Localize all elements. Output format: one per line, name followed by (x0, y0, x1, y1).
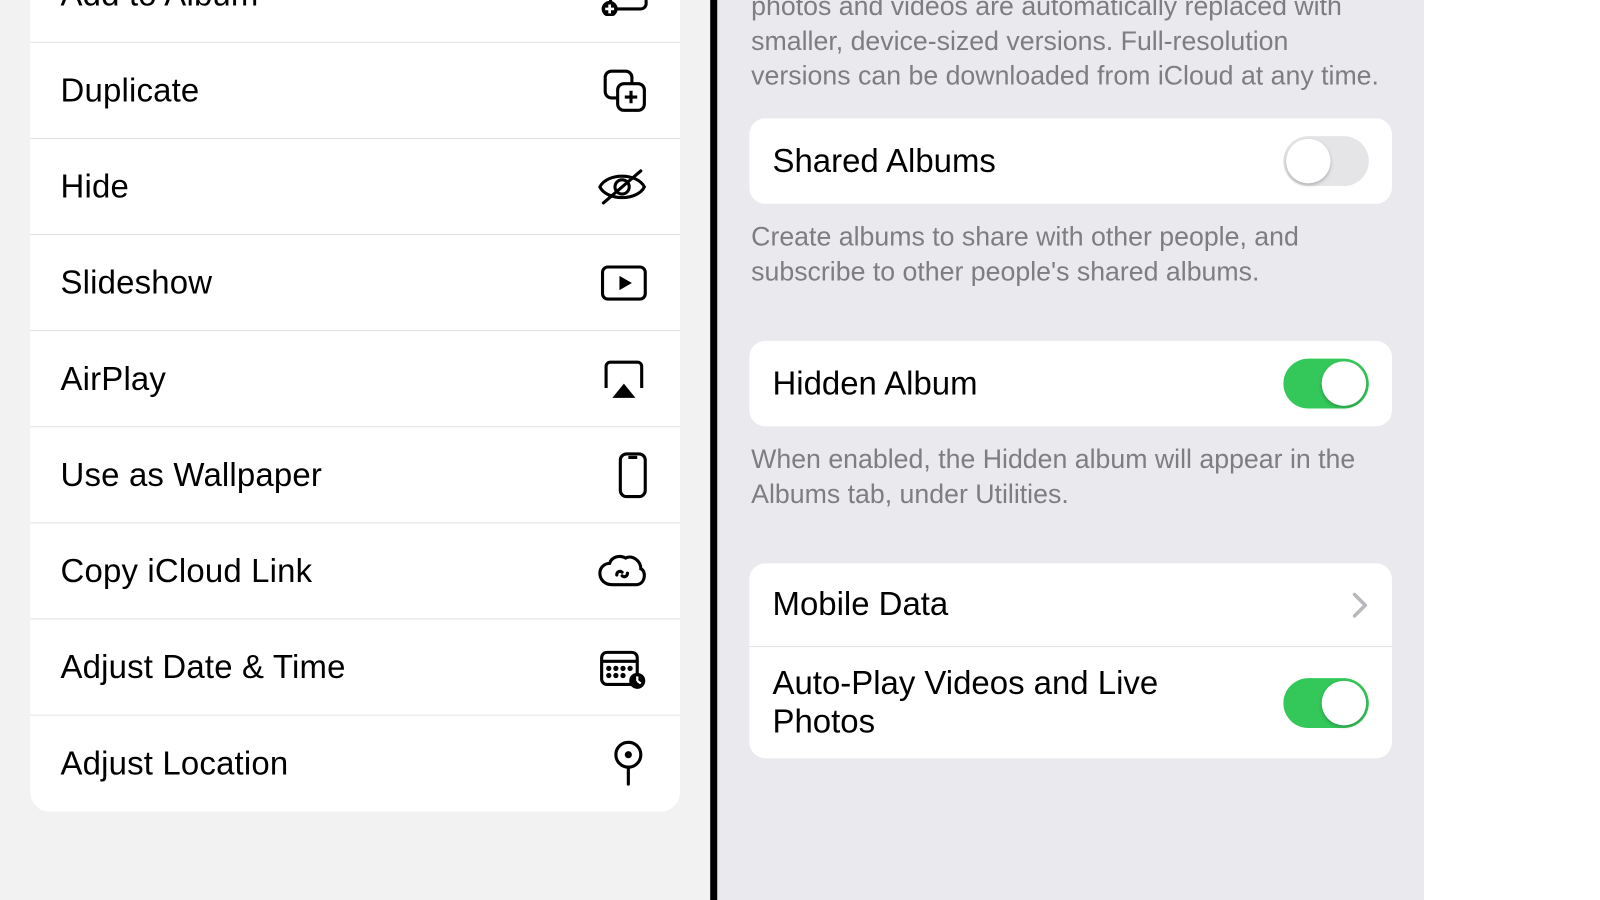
menu-label: Use as Wallpaper (61, 456, 323, 493)
menu-item-wallpaper[interactable]: Use as Wallpaper (30, 427, 680, 523)
media-group: Mobile Data Auto-Play Videos and Live Ph… (749, 563, 1392, 758)
menu-label: Slideshow (61, 264, 213, 301)
menu-label: Adjust Location (61, 745, 289, 782)
mobile-data-row[interactable]: Mobile Data (749, 563, 1392, 647)
menu-item-adjust-date-time[interactable]: Adjust Date & Time (30, 619, 680, 715)
menu-item-adjust-location[interactable]: Adjust Location (30, 716, 680, 812)
calendar-clock-icon (598, 645, 648, 690)
optimize-storage-description: photos and videos are automatically repl… (749, 0, 1392, 118)
menu-label: Hide (61, 168, 129, 205)
autoplay-toggle[interactable] (1283, 678, 1368, 728)
autoplay-row[interactable]: Auto-Play Videos and Live Photos (749, 647, 1392, 758)
pin-circle-icon (609, 740, 648, 788)
shared-albums-group: Shared Albums (749, 118, 1392, 203)
play-rect-icon (600, 264, 648, 301)
shared-albums-toggle[interactable] (1283, 136, 1368, 186)
action-menu-card: Add to Album Duplicate (30, 0, 680, 812)
album-add-icon (600, 0, 648, 16)
shared-albums-description: Create albums to share with other people… (749, 204, 1392, 314)
hidden-album-toggle[interactable] (1283, 359, 1368, 409)
menu-label: Add to Album (61, 0, 259, 13)
menu-item-add-to-album[interactable]: Add to Album (30, 0, 680, 43)
menu-item-copy-icloud-link[interactable]: Copy iCloud Link (30, 523, 680, 619)
chevron-right-icon (1351, 591, 1369, 619)
menu-label: Duplicate (61, 72, 200, 109)
iphone-icon (618, 451, 648, 499)
menu-label: Adjust Date & Time (61, 648, 346, 685)
settings-label: Mobile Data (773, 586, 949, 624)
hidden-album-row[interactable]: Hidden Album (749, 341, 1392, 426)
action-sheet-panel: Add to Album Duplicate (0, 0, 717, 900)
cloud-link-icon (596, 552, 648, 589)
hidden-album-group: Hidden Album (749, 341, 1392, 426)
menu-item-slideshow[interactable]: Slideshow (30, 235, 680, 331)
menu-label: Copy iCloud Link (61, 552, 313, 589)
menu-label: AirPlay (61, 360, 167, 397)
menu-item-duplicate[interactable]: Duplicate (30, 43, 680, 139)
shared-albums-row[interactable]: Shared Albums (749, 118, 1392, 203)
hidden-album-description: When enabled, the Hidden album will appe… (749, 426, 1392, 536)
menu-item-airplay[interactable]: AirPlay (30, 331, 680, 427)
eye-slash-icon (596, 167, 648, 206)
settings-label: Hidden Album (773, 365, 978, 403)
settings-label: Shared Albums (773, 142, 996, 180)
duplicate-icon (602, 67, 648, 113)
settings-label: Auto-Play Videos and Live Photos (773, 665, 1254, 741)
airplay-icon (600, 358, 648, 399)
settings-panel: photos and videos are automatically repl… (717, 0, 1424, 900)
menu-item-hide[interactable]: Hide (30, 139, 680, 235)
